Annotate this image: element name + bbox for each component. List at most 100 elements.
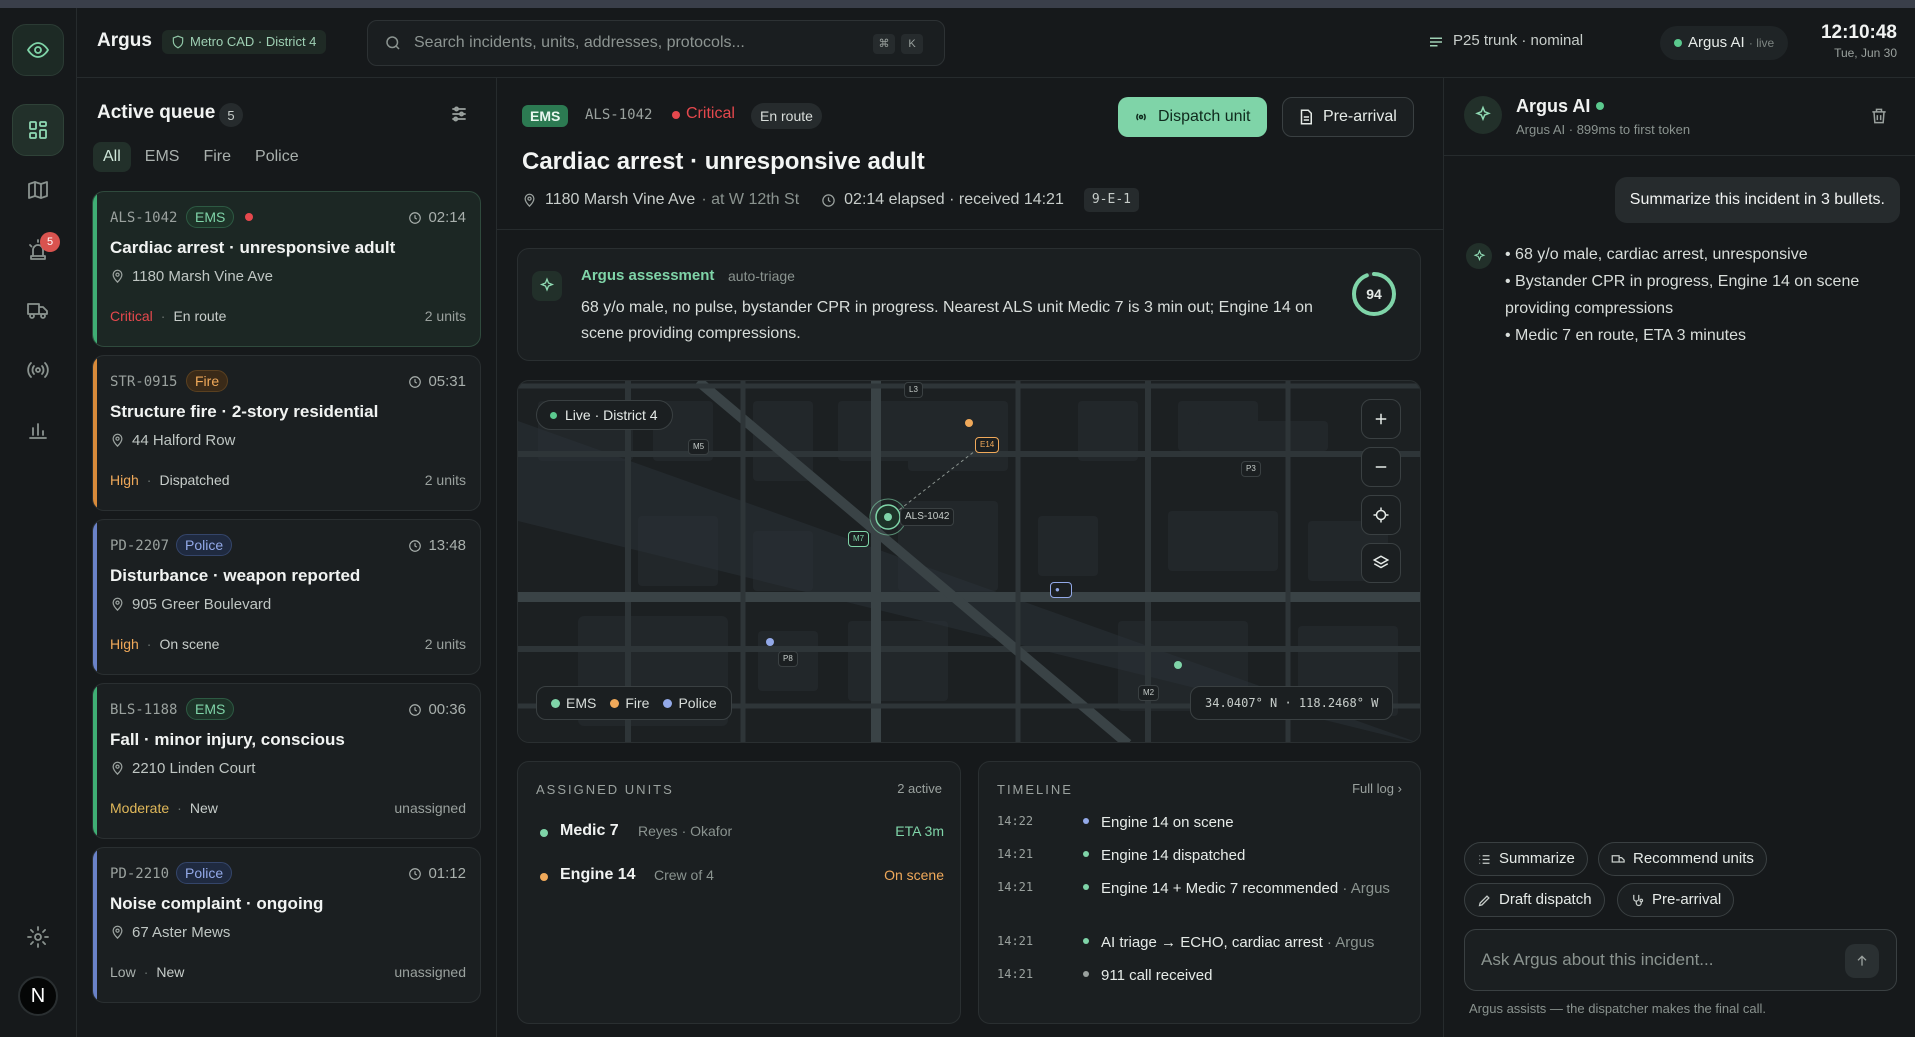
sparkle-icon — [1466, 243, 1492, 269]
search-input[interactable] — [414, 21, 834, 65]
clock-icon — [409, 868, 422, 880]
card-footer: Moderate · New — [110, 800, 218, 816]
card-stripe — [93, 684, 97, 838]
alert-dot — [245, 213, 253, 221]
truck-icon[interactable] — [12, 284, 64, 336]
bar-chart-icon[interactable] — [12, 404, 64, 456]
ai-name: Argus AI — [1516, 96, 1591, 116]
incident-marker-label[interactable]: ALS-1042 — [900, 508, 955, 526]
incident-id: ALS-1042 — [110, 210, 178, 226]
incident-detail: EMS ALS-1042 Critical En route Dispatch … — [497, 78, 1443, 1037]
avatar[interactable]: N — [18, 976, 58, 1016]
filter-all[interactable]: All — [93, 142, 131, 172]
unit-marker-m2[interactable]: M2 — [1138, 685, 1160, 701]
legend-police: Police — [663, 695, 717, 711]
clock-date: Tue, Jun 30 — [1834, 46, 1897, 60]
sliders-icon[interactable] — [449, 104, 469, 124]
recenter-button[interactable] — [1361, 495, 1401, 535]
search-bar[interactable]: ⌘ K — [367, 20, 945, 66]
assessment-title: Argus assessment — [581, 267, 715, 284]
zoom-out-button[interactable] — [1361, 447, 1401, 487]
incident-card[interactable]: BLS-1188 EMS 00:36 Fall · minor injury, … — [92, 683, 481, 839]
separator: · — [177, 800, 182, 816]
unit-marker-p8[interactable]: P8 — [778, 651, 798, 667]
incident-card[interactable]: ALS-1042 EMS 02:14 Cardiac arrest · unre… — [92, 191, 481, 347]
gear-icon[interactable] — [12, 911, 64, 963]
legend-fire: Fire — [610, 695, 649, 711]
eye-icon[interactable] — [12, 24, 64, 76]
card-time-value: 00:36 — [428, 701, 466, 718]
pin-icon — [524, 193, 535, 207]
layers-button[interactable] — [1361, 543, 1401, 583]
queue-title: Active queue — [97, 102, 216, 123]
map-coordinates: 34.0407° N · 118.2468° W — [1190, 686, 1394, 720]
dispatch-unit-button[interactable]: Dispatch unit — [1118, 97, 1267, 137]
unit-marker-p3[interactable]: P3 — [1241, 461, 1261, 477]
incident-card[interactable]: PD-2207 Police 13:48 Disturbance · weapo… — [92, 519, 481, 675]
incident-map[interactable]: ALS-1042 L3 M5 E14 P3 M7 P8 M2 ● Live · … — [517, 380, 1421, 743]
pre-arrival-chip[interactable]: Pre-arrival — [1617, 883, 1735, 917]
event-text: Engine 14 + Medic 7 recommended · Argus — [1101, 878, 1401, 899]
queue-filters: All EMS Fire Police — [93, 142, 309, 172]
card-stripe — [93, 356, 97, 510]
event-text-main: Engine 14 on scene — [1101, 814, 1234, 831]
severity: High — [110, 472, 139, 488]
queue-count: 5 — [219, 103, 243, 127]
filter-ems[interactable]: EMS — [135, 142, 190, 172]
unit-name: Engine 14 — [560, 866, 636, 883]
filter-police[interactable]: Police — [245, 142, 309, 172]
police-car-icon[interactable]: ● — [1050, 582, 1072, 598]
type-tag: EMS — [186, 698, 235, 720]
radio-icon[interactable] — [12, 344, 64, 396]
incident-card[interactable]: STR-0915 Fire 05:31 Structure fire · 2-s… — [92, 355, 481, 511]
siren-icon[interactable]: 5 — [12, 224, 64, 276]
grid-icon[interactable] — [12, 104, 64, 156]
card-time: 02:14 — [408, 209, 466, 226]
event-text: Engine 14 dispatched — [1101, 845, 1401, 866]
pre-arrival-button[interactable]: Pre-arrival — [1282, 97, 1414, 137]
event-text: AI triage → ECHO, cardiac arrest · Argus — [1101, 932, 1411, 953]
status-dot — [1596, 102, 1604, 110]
cross-street: · at W 12th St — [701, 191, 800, 208]
full-log-link[interactable]: Full log › — [1352, 781, 1402, 796]
ai-live-indicator[interactable]: Argus AI · live — [1660, 26, 1789, 60]
incident-header: EMS ALS-1042 Critical En route Dispatch … — [497, 78, 1443, 230]
summarize-chip[interactable]: Summarize — [1464, 842, 1588, 876]
unit-row[interactable]: Engine 14 Crew of 4 On scene — [536, 866, 944, 890]
card-status: New — [156, 964, 185, 980]
signal-icon — [1430, 37, 1442, 47]
send-button[interactable] — [1845, 944, 1879, 978]
map-icon[interactable] — [12, 164, 64, 216]
event-time: 14:21 — [997, 880, 1034, 894]
recommend-units-chip[interactable]: Recommend units — [1598, 842, 1767, 876]
district-badge: Metro CAD · District 4 — [162, 30, 327, 54]
unit-marker-e14[interactable]: E14 — [975, 437, 1000, 453]
event-dot — [1083, 851, 1089, 857]
unit-crew: Crew of 4 — [654, 867, 714, 883]
card-time-value: 05:31 — [428, 373, 466, 390]
event-time: 14:21 — [997, 934, 1034, 948]
unit-marker-m7[interactable]: M7 — [848, 531, 870, 547]
card-units: unassigned — [394, 800, 466, 816]
type-tag: Police — [176, 862, 233, 884]
zoom-in-button[interactable] — [1361, 399, 1401, 439]
pin-icon — [112, 433, 123, 448]
ai-live-state: · live — [1748, 36, 1775, 50]
alert-count-badge: 5 — [40, 232, 60, 252]
unit-marker-m5[interactable]: M5 — [688, 439, 710, 455]
incident-card[interactable]: PD-2210 Police 01:12 Noise complaint · o… — [92, 847, 481, 1003]
trash-icon[interactable] — [1869, 106, 1889, 126]
layers-icon — [1372, 555, 1390, 569]
pin-icon — [112, 761, 123, 776]
unit-row[interactable]: Medic 7 Reyes · Okafor ETA 3m — [536, 822, 944, 846]
trunk-label: P25 trunk · nominal — [1453, 32, 1584, 49]
assigned-active-count: 2 active — [897, 781, 942, 796]
unit-marker-l3[interactable]: L3 — [904, 382, 923, 398]
card-time: 00:36 — [408, 701, 466, 718]
separator: · — [146, 472, 152, 488]
card-status: On scene — [159, 636, 220, 652]
filter-fire[interactable]: Fire — [193, 142, 241, 172]
status-badge: En route — [751, 103, 822, 129]
ai-prompt-input[interactable] — [1481, 930, 1831, 990]
draft-dispatch-chip[interactable]: Draft dispatch — [1464, 883, 1605, 917]
